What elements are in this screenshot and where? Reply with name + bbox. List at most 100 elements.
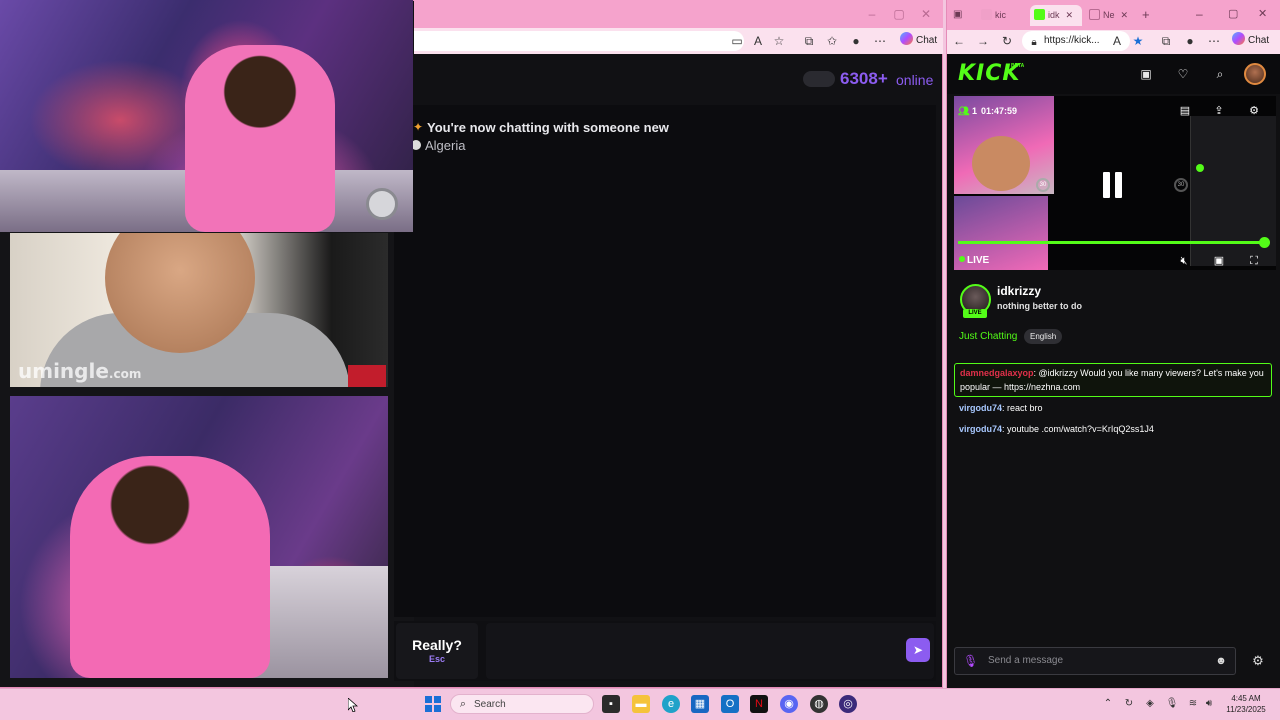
emoji-icon[interactable]: ☻ — [1214, 654, 1228, 668]
language-badge[interactable]: English — [1024, 329, 1063, 344]
fullscreen-icon[interactable]: ⛶ — [1247, 254, 1261, 268]
stream-eject-icon — [366, 188, 398, 220]
more-menu-icon[interactable]: ⋯ — [872, 33, 888, 49]
copilot-chat-button[interactable]: Chat — [1232, 31, 1269, 51]
kick-beta-tag: BETA — [1011, 63, 1025, 69]
tray-sync-icon[interactable]: ↻ — [1122, 697, 1136, 711]
search-icon[interactable]: ⌕ — [1212, 66, 1228, 82]
left-address-bar[interactable] — [414, 31, 744, 51]
more-menu-icon[interactable]: ⋯ — [1206, 33, 1222, 49]
user-avatar[interactable] — [1244, 63, 1266, 85]
live-label: LIVE — [967, 255, 990, 266]
tab-new[interactable]: Ne ✕ — [1085, 5, 1137, 26]
forward-icon[interactable]: → — [975, 33, 991, 49]
tray-mic-icon[interactable]: 🎙︎ — [1165, 697, 1179, 711]
clip-icon[interactable]: ▤ — [1178, 104, 1192, 118]
copilot-chat-button[interactable]: Chat — [896, 31, 941, 51]
split-screen-icon[interactable]: ⧉ — [1158, 33, 1174, 49]
netflix-icon[interactable]: N — [750, 695, 768, 713]
progress-knob[interactable] — [1259, 237, 1270, 248]
discord-icon[interactable]: ◉ — [780, 695, 798, 713]
share-icon[interactable]: ⇪ — [1212, 104, 1226, 118]
clock-time[interactable]: 4:45 AM — [1224, 694, 1268, 703]
chat-username[interactable]: virgodu74 — [959, 403, 1002, 413]
stream-uptime: 01:47:59 — [981, 106, 1018, 116]
live-indicator[interactable]: LIVE — [959, 255, 989, 266]
miniplayer-icon[interactable]: ▣ — [1212, 254, 1226, 268]
favorite-star-icon[interactable]: ★ — [1130, 33, 1146, 49]
profile-icon[interactable]: ● — [848, 33, 864, 49]
chat-username[interactable]: virgodu74 — [959, 424, 1002, 434]
copilot-chat-label: Chat — [916, 35, 938, 46]
close-tab-icon[interactable]: ✕ — [1066, 10, 1074, 20]
read-aloud-icon[interactable]: A — [1109, 33, 1125, 49]
online-toggle[interactable] — [803, 71, 835, 87]
chat-username[interactable]: damnedgalaxyop — [960, 368, 1034, 378]
rewind-icon[interactable]: 30 — [1036, 178, 1050, 192]
send-button[interactable]: ➤ — [906, 638, 930, 662]
split-screen-icon[interactable]: ⧉ — [801, 33, 817, 49]
favorite-star-icon[interactable]: ☆ — [771, 33, 787, 49]
pause-icon[interactable] — [1098, 172, 1128, 200]
edge-browser-icon[interactable]: e — [662, 695, 680, 713]
tab-kick-active[interactable]: idk ✕ — [1030, 5, 1082, 26]
obs-icon[interactable]: ◍ — [810, 695, 828, 713]
viewers-icon: 👥︎ — [958, 106, 970, 116]
following-heart-icon[interactable]: ♡ — [1175, 66, 1191, 82]
left-titlebar: – ▢ ✕ — [414, 0, 943, 28]
watermark-brand: umingle — [18, 359, 109, 383]
tray-overflow-icon[interactable]: ⌃ — [1101, 697, 1115, 711]
browse-icon[interactable]: ▣ — [1138, 66, 1154, 82]
read-aloud-icon[interactable]: A — [750, 33, 766, 49]
file-explorer-icon[interactable]: ▬ — [632, 695, 650, 713]
skip-button-label[interactable]: Really? — [396, 637, 478, 653]
system-message: You're now chatting with someone new — [427, 120, 669, 135]
new-tab-icon[interactable]: + — [1142, 7, 1150, 22]
progress-bar[interactable] — [958, 241, 1264, 244]
app-icon[interactable]: ◎ — [839, 695, 857, 713]
microphone-icon[interactable]: 🎙︎ — [963, 653, 978, 669]
clock-date[interactable]: 11/23/2025 — [1224, 705, 1268, 714]
tray-vpn-icon[interactable]: ◈ — [1143, 697, 1157, 711]
live-dot-icon — [959, 256, 965, 262]
online-label: online — [896, 72, 934, 88]
forward-icon[interactable]: 30 — [1174, 178, 1188, 192]
streamer-name[interactable]: idkrizzy — [997, 284, 1041, 298]
chat-input-placeholder: Send a message — [988, 655, 1064, 666]
favorites-icon[interactable]: ✩ — [824, 33, 840, 49]
mouse-cursor-icon — [348, 698, 358, 712]
chat-text: : react bro — [1002, 403, 1043, 413]
message-input[interactable] — [486, 623, 934, 679]
close-tab-icon[interactable]: ✕ — [1121, 10, 1129, 20]
mute-icon[interactable]: 🔇︎ — [1177, 254, 1191, 268]
minimize-icon[interactable]: – — [1196, 7, 1203, 21]
back-icon[interactable]: ← — [951, 33, 967, 49]
maximize-icon[interactable]: ▢ — [891, 6, 907, 22]
stream-category[interactable]: Just Chatting — [959, 331, 1017, 342]
volume-icon[interactable]: 🔊︎ — [1202, 697, 1216, 711]
self-camera-video — [10, 396, 388, 678]
refresh-icon[interactable]: ↻ — [999, 33, 1015, 49]
maximize-icon[interactable]: ▢ — [1228, 7, 1238, 20]
minimize-icon[interactable]: – — [864, 6, 880, 22]
text-chat-panel — [394, 105, 936, 617]
profile-icon[interactable]: ● — [1182, 33, 1198, 49]
store-icon[interactable]: ▦ — [691, 695, 709, 713]
chat-settings-gear-icon[interactable]: ⚙ — [1250, 653, 1266, 669]
camera-icon[interactable]: ▭ — [729, 33, 745, 49]
start-tile — [434, 696, 441, 703]
tab-actions-icon[interactable]: ▣ — [953, 9, 965, 21]
task-view-icon[interactable]: ▪ — [602, 695, 620, 713]
partner-country: Algeria — [425, 138, 466, 153]
taskbar-search[interactable] — [450, 694, 594, 714]
settings-gear-icon[interactable]: ⚙ — [1247, 104, 1261, 118]
streamer-overlay-video — [0, 0, 413, 232]
close-icon[interactable]: ✕ — [918, 6, 934, 22]
tab-kick-1[interactable]: kic — [977, 5, 1027, 26]
wifi-icon[interactable]: ≋ — [1186, 697, 1200, 711]
close-icon[interactable]: ✕ — [1258, 7, 1267, 20]
send-arrow-icon: ➤ — [912, 643, 924, 657]
outlook-icon[interactable]: O — [721, 695, 739, 713]
chat-text: : youtube .com/watch?v=KrIqQ2ss1J4 — [1002, 424, 1154, 434]
windows-start-icon[interactable] — [425, 696, 441, 712]
